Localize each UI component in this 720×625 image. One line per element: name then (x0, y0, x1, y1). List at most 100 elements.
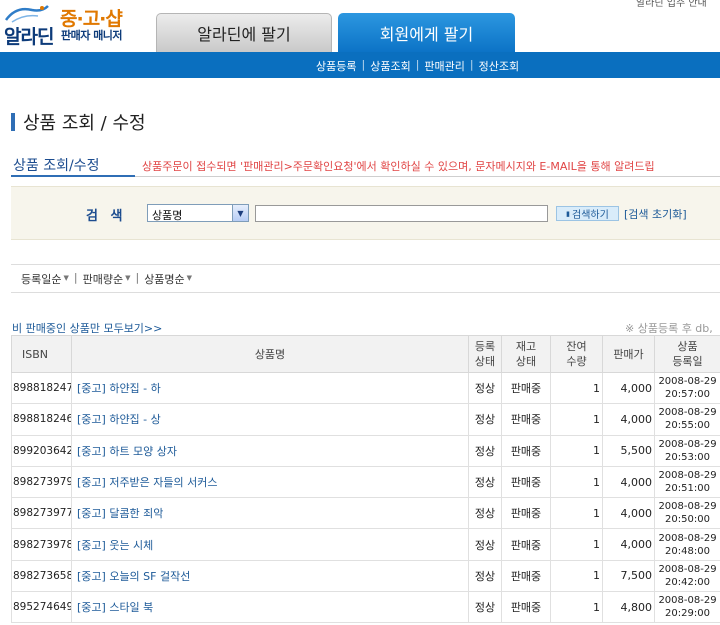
cell-date: 2008-08-29 (658, 376, 717, 388)
view-not-selling-link[interactable]: 비 판매중인 상품만 모두보기>> (12, 320, 162, 336)
top-right-link[interactable]: 알라딘 입주 안내 (636, 0, 707, 9)
cell-reg-date: 2008-08-29 20:57:00 (654, 371, 720, 405)
page-title: 상품 조회 / 수정 (11, 109, 146, 135)
cell-isbn: 8988182472 (11, 371, 72, 405)
sort-by-sales[interactable]: 판매량순 (83, 271, 123, 287)
cell-price: 4,800 (602, 591, 655, 624)
cell-qty: 1 (550, 528, 603, 561)
cell-reg-status: 정상 (468, 465, 502, 499)
section-divider (135, 176, 720, 177)
cell-price: 5,500 (602, 434, 655, 467)
cell-date: 2008-08-29 (658, 563, 717, 575)
cell-price: 4,000 (602, 371, 655, 405)
sort-bar: 등록일순 ▼ | 판매량순 ▼ | 상품명순 ▼ (21, 271, 192, 287)
cell-time: 20:42:00 (665, 576, 710, 588)
cell-reg-date: 2008-08-29 20:51:00 (654, 465, 720, 499)
sort-by-title[interactable]: 상품명순 (144, 271, 184, 287)
cell-title-link[interactable]: [중고] 저주받은 자들의 서커스 (71, 465, 469, 499)
search-type-value: 상품명 (152, 209, 183, 222)
sort-down-icon: ▼ (63, 274, 69, 282)
section-tab-lookup[interactable]: 상품 조회/수정 (13, 155, 99, 175)
cell-reg-date: 2008-08-29 20:55:00 (654, 403, 720, 436)
cell-qty: 1 (550, 465, 603, 499)
cell-stock-status: 판매중 (501, 371, 551, 405)
subnav-item-lookup[interactable]: 상품조회 (370, 58, 410, 74)
cell-qty: 1 (550, 371, 603, 405)
col-header-reg-status-l1: 등록 (474, 340, 496, 353)
col-header-stock-status-l2: 상태 (515, 355, 537, 368)
cell-reg-date: 2008-08-29 20:53:00 (654, 434, 720, 467)
cell-stock-status: 판매중 (501, 434, 551, 467)
subnav-item-settlement[interactable]: 정산조회 (479, 58, 519, 74)
table-row: 895274649X[중고] 스타일 북정상판매중14,8002008-08-2… (11, 591, 720, 624)
cell-date: 2008-08-29 (658, 470, 717, 482)
cell-title-link[interactable]: [중고] 웃는 시체 (71, 528, 469, 561)
product-table: ISBN 상품명 등록 상태 재고 상태 잔여 수량 판매가 상품 등록일 898818… (11, 335, 720, 624)
cell-title-link[interactable]: [중고] 스타일 북 (71, 591, 469, 624)
cell-isbn: 8982736581 (11, 559, 72, 593)
logo-seller-manager: 판매자 매니저 (61, 29, 123, 42)
table-row: 8982739785[중고] 웃는 시체정상판매중14,0002008-08-2… (11, 528, 720, 561)
page-title-text: 상품 조회 / 수정 (23, 113, 146, 134)
sort-down-icon: ▼ (125, 274, 131, 282)
logo-aladin[interactable]: 알라딘 (4, 22, 54, 49)
cell-reg-status: 정상 (468, 559, 502, 593)
col-header-title: 상품명 (71, 335, 469, 373)
cell-title-link[interactable]: [중고] 오늘의 SF 걸작선 (71, 559, 469, 593)
subnav-separator: | (361, 58, 366, 71)
cell-time: 20:55:00 (665, 420, 710, 432)
col-header-reg-status: 등록상태 (468, 335, 502, 373)
cell-price: 4,000 (602, 465, 655, 499)
table-row: 8982739777[중고] 달콤한 죄악정상판매중14,0002008-08-… (11, 497, 720, 530)
cell-title-link[interactable]: [중고] 하얀집 - 하 (71, 371, 469, 405)
cell-isbn: 8988182464 (11, 403, 72, 436)
subnav-item-register[interactable]: 상품등록 (316, 58, 356, 74)
cell-reg-status: 정상 (468, 371, 502, 405)
cell-price: 4,000 (602, 528, 655, 561)
order-notice: 상품주문이 접수되면 '판매관리>주문확인요청'에서 확인하실 수 있으며, 문… (142, 160, 655, 173)
sort-separator: | (135, 271, 140, 284)
search-reset-link[interactable]: [검색 초기화] (624, 206, 687, 222)
cell-stock-status: 판매중 (501, 403, 551, 436)
sort-bar-top-border (11, 264, 720, 265)
cell-title-link[interactable]: [중고] 하트 모양 상자 (71, 434, 469, 467)
col-header-qty-l2: 수량 (566, 355, 587, 368)
cell-price: 4,000 (602, 497, 655, 530)
sort-down-icon: ▼ (186, 274, 193, 282)
search-input[interactable] (255, 205, 548, 222)
cell-date: 2008-08-29 (658, 438, 717, 450)
subnav-item-sales[interactable]: 판매관리 (424, 58, 464, 74)
cell-time: 20:53:00 (665, 451, 710, 463)
cell-qty: 1 (550, 434, 603, 467)
cell-reg-status: 정상 (468, 497, 502, 530)
col-header-date-l2: 등록일 (672, 355, 703, 368)
cell-stock-status: 판매중 (501, 559, 551, 593)
tab-sell-to-aladin[interactable]: 알라딘에 팔기 (156, 13, 332, 52)
cell-stock-status: 판매중 (501, 528, 551, 561)
site-header: 알라딘 중·고·샵 판매자 매니저 알라딘 입주 안내 알라딘에 팔기 회원에게… (0, 0, 720, 52)
cell-qty: 1 (550, 497, 603, 530)
search-button[interactable]: ▮ 검색하기 (556, 206, 619, 221)
table-row: 8988182472[중고] 하얀집 - 하정상판매중14,0002008-08… (11, 371, 720, 405)
cell-title-link[interactable]: [중고] 하얀집 - 상 (71, 403, 469, 436)
subnav-separator: | (415, 58, 420, 71)
search-type-select[interactable]: 상품명 ▼ (147, 204, 249, 222)
cell-time: 20:29:00 (665, 608, 710, 620)
cell-title-link[interactable]: [중고] 달콤한 죄악 (71, 497, 469, 530)
cell-reg-date: 2008-08-29 20:42:00 (654, 559, 720, 593)
col-header-isbn: ISBN (11, 335, 72, 373)
chevron-down-icon[interactable]: ▼ (232, 205, 248, 221)
tab-sell-to-members[interactable]: 회원에게 팔기 (338, 13, 515, 52)
table-row: 8992036426[중고] 하트 모양 상자정상판매중15,5002008-0… (11, 434, 720, 467)
col-header-reg-status-l2: 상태 (474, 355, 496, 368)
col-header-date: 상품 등록일 (654, 335, 720, 373)
cell-reg-date: 2008-08-29 20:29:00 (654, 591, 720, 624)
cell-qty: 1 (550, 559, 603, 593)
sort-by-date[interactable]: 등록일순 (21, 271, 61, 287)
subnav-separator: | (469, 58, 474, 71)
cell-isbn: 8982739785 (11, 528, 72, 561)
table-row: 8982736581[중고] 오늘의 SF 걸작선정상판매중17,5002008… (11, 559, 720, 593)
sort-bar-bottom-border (11, 292, 720, 293)
cell-reg-status: 정상 (468, 591, 502, 624)
cell-reg-date: 2008-08-29 20:50:00 (654, 497, 720, 530)
